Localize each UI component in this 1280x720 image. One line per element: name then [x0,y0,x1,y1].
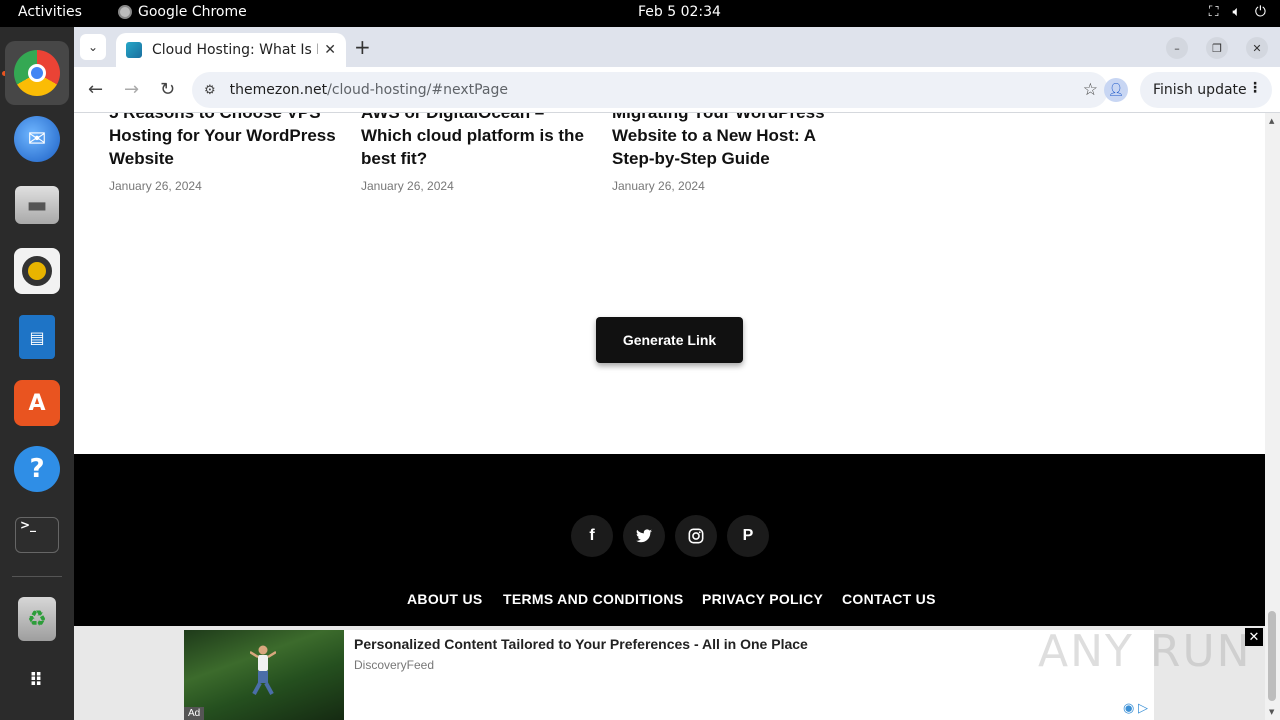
page-scrollbar[interactable]: ▲ ▼ [1265,113,1280,720]
reload-button[interactable]: ↻ [160,79,175,100]
post-card[interactable]: 5 Reasons to Choose VPS Hosting for Your… [109,113,339,193]
power-icon[interactable]: ⏻ [1255,4,1266,20]
finish-update-label: Finish update [1153,82,1247,98]
dock-writer[interactable]: ▤ [5,305,69,369]
volume-icon[interactable]: 🔈︎ [1233,4,1241,20]
app-grid-icon: ⠿ [28,670,46,691]
profile-avatar-icon[interactable]: 👤︎ [1104,78,1128,102]
tab-search-button[interactable]: ⌄ [80,34,106,60]
dock-trash[interactable]: ♻ [5,587,69,651]
finish-update-button[interactable]: Finish update ⋮ [1140,72,1272,108]
rhythmbox-icon [14,248,60,294]
dock-separator [12,576,62,577]
adchoices-icon[interactable]: ◉ ▷ [1123,700,1148,716]
maximize-button[interactable]: ❐ [1206,37,1228,59]
footer-link-about[interactable]: ABOUT US [407,591,483,607]
dock-terminal[interactable]: >_ [5,503,69,567]
scrollbar-thumb[interactable] [1268,611,1276,701]
dock-files[interactable]: ▬ [5,173,69,237]
system-tray[interactable]: ⛶ 🔈︎ ⏻ [1209,4,1266,20]
bookmark-star-icon[interactable]: ☆ [1083,80,1098,100]
site-favicon-icon [126,42,142,58]
activities-button[interactable]: Activities [18,4,82,20]
browser-toolbar: ← → ↻ ⚙ themezon.net/cloud-hosting/#next… [74,67,1280,113]
post-title[interactable]: AWS or DigitalOcean – Which cloud platfo… [361,113,591,170]
menu-kebab-icon: ⋮ [1248,80,1262,96]
anyrun-watermark: ANY RUN [1038,626,1252,677]
generate-link-button[interactable]: Generate Link [596,317,743,363]
network-icon[interactable]: ⛶ [1209,4,1219,20]
new-tab-button[interactable]: + [354,35,371,59]
files-icon: ▬ [15,186,59,224]
dock: ✉ ▬ ▤ A ? >_ ♻ ⠿ [0,27,74,720]
footer-link-terms[interactable]: TERMS AND CONDITIONS [503,591,683,607]
url-path: /cloud-hosting/#nextPage [327,82,509,98]
app-center-icon: A [14,380,60,426]
post-date: January 26, 2024 [361,179,454,193]
ad-banner[interactable]: Ad Personalized Content Tailored to Your… [74,626,1265,720]
pinterest-icon[interactable]: P [727,515,769,557]
dock-app-center[interactable]: A [5,371,69,435]
facebook-icon[interactable]: f [571,515,613,557]
clock[interactable]: Feb 5 02:34 [638,4,721,20]
footer-link-privacy[interactable]: PRIVACY POLICY [702,591,823,607]
chrome-icon [14,50,60,96]
tab-title: Cloud Hosting: What Is It [152,42,319,58]
twitter-icon[interactable] [623,515,665,557]
close-window-button[interactable]: ✕ [1246,37,1268,59]
thunderbird-icon: ✉ [14,116,60,162]
footer-link-contact[interactable]: CONTACT US [842,591,936,607]
dock-help[interactable]: ? [5,437,69,501]
post-card[interactable]: AWS or DigitalOcean – Which cloud platfo… [361,113,591,193]
tab-strip: ⌄ Cloud Hosting: What Is It ✕ + – ❐ ✕ [74,27,1280,67]
back-button[interactable]: ← [88,79,103,100]
site-info-icon[interactable]: ⚙ [204,83,216,98]
ad-title[interactable]: Personalized Content Tailored to Your Pr… [354,636,808,652]
ad-content[interactable]: Ad Personalized Content Tailored to Your… [184,630,1154,720]
ad-close-button[interactable]: ✕ [1245,628,1263,646]
scroll-down-arrow-icon[interactable]: ▼ [1269,708,1274,716]
writer-icon: ▤ [19,315,55,359]
trash-icon: ♻ [18,597,56,641]
post-date: January 26, 2024 [612,179,705,193]
minimize-button[interactable]: – [1166,37,1188,59]
dock-show-apps[interactable]: ⠿ [5,649,69,713]
help-icon: ? [14,446,60,492]
dock-rhythmbox[interactable] [5,239,69,303]
tab-close-icon[interactable]: ✕ [324,42,336,58]
ad-image[interactable]: Ad [184,630,344,720]
post-title[interactable]: 5 Reasons to Choose VPS Hosting for Your… [109,113,339,170]
chrome-small-icon [118,5,132,19]
chrome-window: ⌄ Cloud Hosting: What Is It ✕ + – ❐ ✕ ← … [74,27,1280,720]
active-tab[interactable]: Cloud Hosting: What Is It ✕ [116,33,346,67]
person-jumping-image [250,645,276,695]
app-name-label: Google Chrome [138,4,247,20]
url-host: themezon.net [229,82,328,98]
terminal-icon: >_ [15,517,59,553]
address-bar[interactable]: ⚙ themezon.net/cloud-hosting/#nextPage ☆ [192,72,1108,108]
dock-chrome[interactable] [5,41,69,105]
dock-thunderbird[interactable]: ✉ [5,107,69,171]
post-title[interactable]: Migrating Your WordPress Website to a Ne… [612,113,842,170]
system-top-bar: Activities Google Chrome Feb 5 02:34 ⛶ 🔈… [0,0,1280,27]
page-viewport: 5 Reasons to Choose VPS Hosting for Your… [74,113,1265,720]
scroll-up-arrow-icon[interactable]: ▲ [1269,117,1274,125]
app-menu[interactable]: Google Chrome [118,4,247,20]
ad-source[interactable]: DiscoveryFeed [354,658,434,672]
instagram-icon[interactable] [675,515,717,557]
post-card[interactable]: Migrating Your WordPress Website to a Ne… [612,113,842,193]
forward-button[interactable]: → [124,79,139,100]
ad-label: Ad [184,707,205,720]
post-date: January 26, 2024 [109,179,202,193]
